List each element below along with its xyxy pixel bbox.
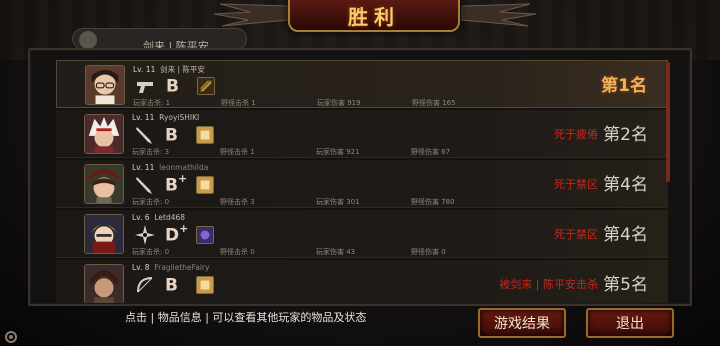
rank-label: 第5名 [603, 275, 648, 295]
rank-label: 第1名 [601, 76, 647, 96]
grade-plus: + [179, 222, 189, 235]
page-title: 胜利 [348, 4, 400, 29]
item-icon[interactable] [196, 176, 214, 194]
level-label: Lv. 11 [132, 113, 155, 122]
footer-hint: 点击 | 物品信息 | 可以查看其他玩家的物品及状态 [125, 311, 367, 324]
player-damage: 玩家伤害 301 [316, 198, 360, 206]
grade-letter: B [165, 125, 178, 146]
top-player-pill: 剑来 | 陈平安 [72, 28, 247, 50]
level-name: Lv. 6 Letd468 [132, 213, 185, 222]
grade-letter: B [165, 175, 178, 196]
rank-label: 第2名 [603, 125, 648, 145]
rank-label: 第4名 [603, 175, 648, 195]
gun-icon [137, 82, 153, 93]
grade-letter: D [165, 225, 180, 246]
player-list[interactable]: Lv. 11 剑来 | 陈平安 B 玩家击杀: 1 野怪击杀 1 玩家伤害 91… [56, 60, 668, 303]
death-cause: 死于禁区 [554, 178, 598, 191]
player-name: Letd468 [154, 213, 186, 222]
death-cause: 死于疲倦 [554, 128, 598, 141]
item-icon[interactable] [196, 126, 214, 144]
bow-icon [137, 277, 153, 293]
player-row[interactable]: Lv. 8 FragiletheFairy B 被剑来 | 陈平安击杀 第5名 [56, 260, 668, 303]
monster-damage: 野怪伤害 0 [411, 248, 446, 256]
player-name: RyoyiSHIKI [159, 113, 200, 122]
player-kills: 玩家击杀: 0 [132, 198, 170, 206]
death-cause: 被剑来 | 陈平安击杀 [499, 276, 598, 292]
avatar[interactable] [84, 114, 124, 154]
grade-label: B [166, 75, 179, 97]
level-name: Lv. 11 RyoyiSHIKI [132, 113, 199, 122]
level-label: Lv. 11 [133, 65, 156, 74]
shuriken-icon [135, 225, 155, 245]
avatar[interactable] [84, 214, 124, 254]
list-scrollbar[interactable] [666, 62, 670, 182]
player-kills: 玩家击杀: 3 [132, 148, 170, 156]
item-icon[interactable] [197, 77, 215, 95]
player-row[interactable]: Lv. 11 剑来 | 陈平安 B 玩家击杀: 1 野怪击杀 1 玩家伤害 91… [56, 60, 668, 108]
avatar[interactable] [85, 65, 125, 105]
level-label: Lv. 11 [132, 163, 155, 172]
grade-label: D+ [165, 222, 189, 246]
level-name: Lv. 11 leonmathilda [132, 163, 208, 172]
player-damage: 玩家伤害 921 [316, 148, 360, 156]
monster-damage: 野怪伤害 780 [411, 198, 455, 206]
avatar[interactable] [84, 164, 124, 204]
level-label: Lv. 8 [132, 263, 150, 272]
grade-letter: B [166, 76, 179, 97]
settings-gear-icon[interactable] [4, 330, 18, 344]
grade-label: B [165, 124, 178, 146]
right-wing-ornament-icon [461, 3, 537, 27]
pill-avatar-icon [79, 31, 97, 49]
avatar[interactable] [84, 264, 124, 303]
exit-button[interactable]: 退出 [586, 308, 674, 338]
knife-icon [136, 127, 152, 144]
player-row[interactable]: Lv. 11 leonmathilda B+ 玩家击杀: 0 野怪击杀 3 玩家… [56, 160, 668, 208]
player-kills: 玩家击杀: 1 [133, 99, 171, 107]
grade-label: B+ [165, 172, 188, 196]
level-name: Lv. 11 剑来 | 陈平安 [133, 64, 205, 75]
game-results-button[interactable]: 游戏结果 [478, 308, 566, 338]
player-name: FragiletheFairy [154, 263, 210, 272]
killer-separator: | [535, 278, 540, 291]
grade-plus: + [177, 172, 188, 185]
monster-damage: 野怪伤害 165 [412, 99, 456, 107]
monster-kills: 野怪击杀 1 [221, 99, 256, 107]
item-icon[interactable] [196, 276, 214, 294]
grade-label: B [165, 274, 178, 296]
player-name: leonmathilda [159, 163, 209, 172]
killer-suffix: 陈平安击杀 [543, 278, 598, 291]
victory-banner: 胜利 [288, 0, 460, 32]
monster-damage: 野怪伤害 67 [411, 148, 451, 156]
monster-kills: 野怪击杀 1 [220, 148, 255, 156]
player-row[interactable]: Lv. 11 RyoyiSHIKI B 玩家击杀: 3 野怪击杀 1 玩家伤害 … [56, 110, 668, 158]
level-name: Lv. 8 FragiletheFairy [132, 263, 210, 272]
player-kills: 玩家击杀: 0 [132, 248, 170, 256]
player-damage: 玩家伤害 919 [317, 99, 361, 107]
monster-kills: 野怪击杀 3 [220, 198, 255, 206]
player-row[interactable]: Lv. 6 Letd468 D+ 玩家击杀: 0 野怪击杀 0 玩家伤害 43 … [56, 210, 668, 258]
item-icon[interactable] [196, 226, 214, 244]
monster-kills: 野怪击杀 0 [220, 248, 255, 256]
death-cause: 死于禁区 [554, 228, 598, 241]
grade-letter: B [165, 275, 178, 296]
level-label: Lv. 6 [132, 213, 150, 222]
killer-prefix: 被剑来 [499, 278, 533, 291]
player-damage: 玩家伤害 43 [316, 248, 356, 256]
rank-label: 第4名 [603, 225, 648, 245]
player-name: 剑来 | 陈平安 [160, 65, 205, 74]
knife-icon [136, 177, 152, 194]
